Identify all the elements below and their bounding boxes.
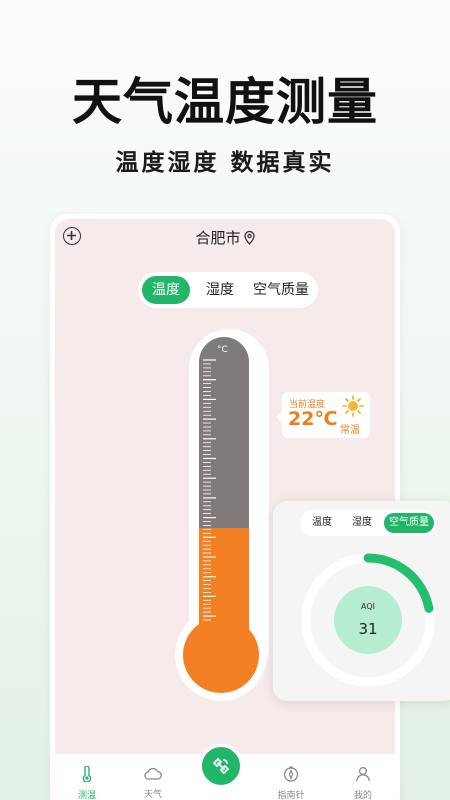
aqi-tabs: 温度 湿度 空气质量	[300, 510, 436, 536]
compass-icon	[283, 766, 299, 782]
nav-label-profile: 我的	[353, 791, 372, 800]
tab-air-quality[interactable]: 空气质量	[248, 276, 314, 304]
user-icon	[356, 766, 370, 782]
aqi-label: AQI	[361, 602, 375, 611]
nav-item-weather[interactable]: 天气	[133, 766, 173, 800]
location-pin-icon	[243, 230, 255, 249]
center-action-button[interactable]	[199, 744, 243, 788]
nav-label-measure: 测温	[77, 791, 96, 800]
aqi-panel: 温度 湿度 空气质量 AQI 31	[273, 501, 450, 701]
city-selector[interactable]: 合肥市	[55, 227, 395, 249]
aqi-tab-temperature[interactable]: 温度	[304, 513, 340, 533]
aqi-value: 31	[358, 620, 378, 638]
nav-label-weather: 天气	[143, 790, 162, 800]
measure-tabs: 温度 湿度 空气质量	[138, 272, 318, 308]
hero-title: 天气温度测量	[72, 73, 378, 131]
hero-subtitle: 温度湿度 数据真实	[115, 150, 335, 176]
cloud-icon	[144, 767, 162, 780]
nav-label-compass: 指南针	[277, 791, 305, 800]
current-temperature-card: 当前温度 22℃ 常温	[276, 392, 370, 438]
current-temperature-value: 22℃	[288, 408, 338, 430]
city-name: 合肥市	[195, 229, 241, 247]
tab-humidity[interactable]: 湿度	[198, 276, 242, 304]
thermometer-icon	[82, 765, 92, 783]
nav-item-measure[interactable]: 测温	[67, 765, 107, 800]
sun-icon	[342, 395, 364, 417]
aqi-value-circle: AQI 31	[334, 586, 402, 654]
aqi-tab-air-quality[interactable]: 空气质量	[384, 513, 434, 533]
satellite-icon	[212, 757, 230, 775]
aqi-tab-humidity[interactable]: 湿度	[344, 513, 380, 533]
thermometer-bulb	[183, 617, 259, 693]
tab-temperature[interactable]: 温度	[142, 276, 190, 304]
temperature-status: 常温	[340, 425, 360, 436]
thermometer-scale	[203, 359, 216, 621]
nav-item-compass[interactable]: 指南针	[271, 766, 311, 800]
thermometer-unit: °C	[217, 345, 228, 355]
nav-item-profile[interactable]: 我的	[343, 766, 383, 800]
